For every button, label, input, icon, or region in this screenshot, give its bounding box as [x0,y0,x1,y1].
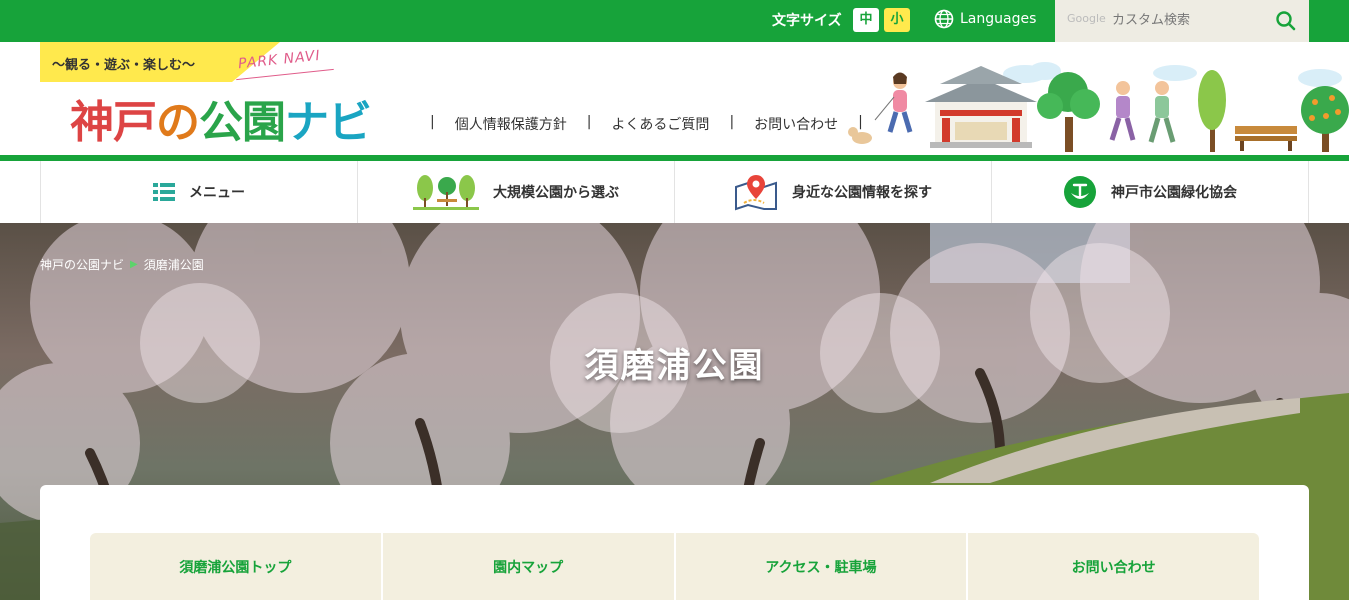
top-utility-bar: 文字サイズ 中 小 Languages Google カスタム検索 [0,0,1349,42]
chevron-right-icon: ▶ [130,259,138,270]
globe-icon [934,9,954,29]
large-parks-label: 大規模公園から選ぶ [493,185,619,201]
park-subnav: 須磨浦公園トップ 園内マップ アクセス・駐車場 お問い合わせ [90,533,1259,600]
association-emblem-icon [1064,176,1096,208]
separator: | [729,114,735,130]
logo-part-kobe: 神戸 [70,97,157,148]
logo-part-no: の [156,97,200,148]
breadcrumb-home-link[interactable]: 神戸の公園ナビ [40,256,124,273]
large-parks-button[interactable]: 大規模公園から選ぶ [358,161,675,223]
nearby-parks-button[interactable]: 身近な公園情報を探す [675,161,992,223]
separator: | [430,114,435,130]
tab-park-top[interactable]: 須磨浦公園トップ [90,533,381,600]
header-illustration [848,62,1349,152]
font-size-medium-button[interactable]: 中 [853,8,879,32]
park-trees-icon [413,175,479,210]
privacy-policy-link[interactable]: 個人情報保護方針 [445,114,577,134]
page-title: 須磨浦公園 [584,346,765,386]
search-button[interactable] [1273,8,1299,34]
separator: | [586,114,592,130]
tab-park-map[interactable]: 園内マップ [382,533,674,600]
font-size-label: 文字サイズ [772,13,842,29]
content-card: 須磨浦公園トップ 園内マップ アクセス・駐車場 お問い合わせ [40,485,1309,600]
list-icon [153,183,175,201]
breadcrumb: 神戸の公園ナビ ▶ 須磨浦公園 [40,256,204,273]
search-input[interactable] [1065,8,1265,32]
menu-button[interactable]: メニュー [41,161,358,223]
logo-part-navi: ナビ [285,97,372,148]
map-pin-icon [735,175,777,211]
languages-label: Languages [960,11,1037,27]
tab-contact[interactable]: お問い合わせ [968,533,1259,600]
site-logo[interactable]: 神戸の公園ナビ [70,86,372,150]
tab-access-parking[interactable]: アクセス・駐車場 [675,533,967,600]
menu-label: メニュー [189,185,245,201]
park-association-label: 神戸市公園緑化協会 [1111,185,1237,201]
search-icon [1276,11,1296,31]
breadcrumb-current: 須磨浦公園 [143,258,204,272]
contact-link[interactable]: お問い合わせ [744,114,848,134]
languages-button[interactable]: Languages [934,9,1036,29]
main-menu: メニュー 大規模公園から選ぶ 身近な公園情報を探す 神戸市公園緑化協会 [40,161,1309,223]
search-box: Google カスタム検索 [1055,0,1309,42]
tagline: 〜観る・遊ぶ・楽しむ〜 [52,58,196,73]
header-links: | 個人情報保護方針 | よくあるご質問 | お問い合わせ | [420,114,873,134]
logo-part-koen: 公園 [199,97,286,148]
font-size-small-button[interactable]: 小 [884,8,910,32]
faq-link[interactable]: よくあるご質問 [601,114,719,134]
park-association-button[interactable]: 神戸市公園緑化協会 [992,161,1309,223]
site-header: 〜観る・遊ぶ・楽しむ〜 PARK NAVI 神戸の公園ナビ | 個人情報保護方針… [0,42,1349,156]
nearby-parks-label: 身近な公園情報を探す [792,185,932,201]
